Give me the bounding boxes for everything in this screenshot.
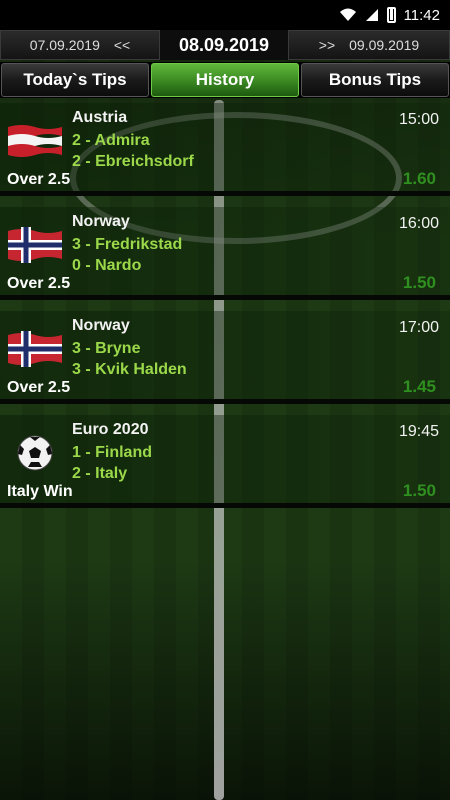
away-team: 2 - Ebreichsdorf <box>72 153 194 170</box>
odds-value: 1.50 <box>402 481 436 500</box>
league-name: Norway <box>72 317 130 334</box>
match-card[interactable]: Norway 3 - Fredrikstad 0 - Nardo 16:00 O… <box>0 207 450 300</box>
match-list: Austria 2 - Admira 2 - Ebreichsdorf 15:0… <box>0 103 450 519</box>
odds-value: 1.60 <box>402 169 436 188</box>
date-navigation: 07.09.2019 << 08.09.2019 >> 09.09.2019 <box>0 30 450 60</box>
next-arrow-icon: >> <box>318 37 336 53</box>
home-team: 2 - Admira <box>72 132 150 149</box>
match-time: 15:00 <box>398 111 439 128</box>
match-card[interactable]: Norway 3 - Bryne 3 - Kvik Halden 17:00 O… <box>0 311 450 404</box>
tab-bonus-tips[interactable]: Bonus Tips <box>301 63 449 97</box>
previous-arrow-icon: << <box>113 37 131 53</box>
norway-flag-icon <box>8 227 62 263</box>
away-team: 2 - Italy <box>72 465 128 482</box>
match-card[interactable]: Euro 2020 1 - Finland 2 - Italy 19:45 It… <box>0 415 450 508</box>
battery-icon <box>386 7 396 23</box>
home-team: 3 - Bryne <box>72 340 141 357</box>
away-team: 0 - Nardo <box>72 257 142 274</box>
tab-todays-tips[interactable]: Today`s Tips <box>1 63 149 97</box>
next-date-button[interactable]: >> 09.09.2019 <box>288 30 450 60</box>
league-name: Euro 2020 <box>72 421 149 438</box>
status-time: 11:42 <box>403 6 440 24</box>
status-bar: 11:42 <box>0 0 450 30</box>
current-date: 08.09.2019 <box>160 30 288 60</box>
tip-label: Over 2.5 <box>7 275 71 292</box>
tip-label: Over 2.5 <box>7 379 71 396</box>
league-name: Austria <box>72 109 128 126</box>
away-team: 3 - Kvik Halden <box>72 361 187 378</box>
tab-bar: Today`s Tips History Bonus Tips <box>0 62 450 98</box>
odds-value: 1.50 <box>402 273 436 292</box>
odds-value: 1.45 <box>402 377 436 396</box>
soccer-ball-icon <box>17 435 53 471</box>
match-time: 17:00 <box>398 319 439 336</box>
home-team: 3 - Fredrikstad <box>72 236 183 253</box>
tab-history[interactable]: History <box>151 63 299 97</box>
signal-icon <box>365 9 378 21</box>
austria-flag-icon <box>8 125 62 157</box>
match-card[interactable]: Austria 2 - Admira 2 - Ebreichsdorf 15:0… <box>0 103 450 196</box>
wifi-icon <box>339 8 356 21</box>
match-time: 19:45 <box>398 423 439 440</box>
previous-date-button[interactable]: 07.09.2019 << <box>0 30 160 60</box>
current-date-label: 08.09.2019 <box>178 34 270 55</box>
tip-label: Over 2.5 <box>7 171 71 188</box>
league-name: Norway <box>72 213 130 230</box>
home-team: 1 - Finland <box>72 444 152 461</box>
tip-label: Italy Win <box>7 483 73 500</box>
previous-date-label: 07.09.2019 <box>29 37 100 53</box>
next-date-label: 09.09.2019 <box>349 37 420 53</box>
match-time: 16:00 <box>398 215 439 232</box>
norway-flag-icon <box>8 331 62 367</box>
